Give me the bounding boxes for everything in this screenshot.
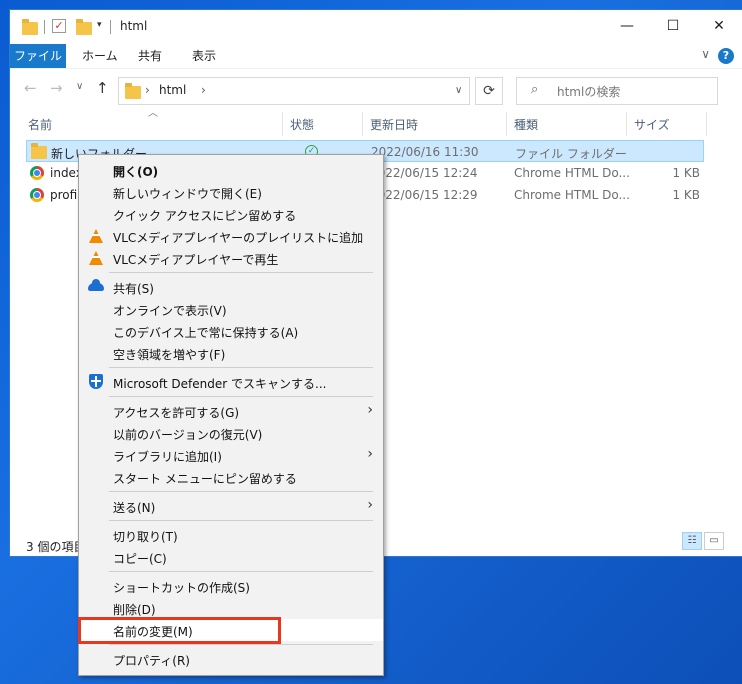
menu-divider [109, 272, 373, 273]
up-arrow-icon[interactable]: ↑ [96, 79, 109, 97]
chevron-down-icon[interactable]: ∨ [701, 47, 710, 61]
sort-ascending-icon: ︿ [148, 108, 158, 119]
search-icon: ⌕ [531, 82, 539, 97]
ribbon: ファイル ホーム 共有 表示 ∨ ? [10, 44, 742, 68]
menu-item-give-access[interactable]: アクセスを許可する(G) › [79, 400, 383, 422]
menu-item-share[interactable]: 共有(S) [79, 276, 383, 298]
file-date: 2022/06/15 12:24 [370, 166, 478, 180]
folder-icon [125, 83, 141, 99]
menu-divider [109, 571, 373, 572]
menu-item-vlc-play[interactable]: VLCメディアプレイヤーで再生 [79, 247, 383, 269]
menu-item-always-keep[interactable]: このデバイス上で常に保持する(A) [79, 320, 383, 342]
file-type: Chrome HTML Do... [514, 188, 630, 202]
file-date: 2022/06/16 11:30 [371, 145, 479, 159]
file-date: 2022/06/15 12:29 [370, 188, 478, 202]
menu-item-open-new-window[interactable]: 新しいウィンドウで開く(E) [79, 181, 383, 203]
details-view-icon[interactable]: ☷ [682, 532, 702, 550]
column-status[interactable]: 状態 [290, 116, 314, 133]
address-path[interactable]: html [159, 83, 186, 97]
column-divider[interactable] [362, 112, 363, 136]
address-bar[interactable]: › html › ∨ [118, 77, 470, 105]
chevron-right-icon: › [367, 402, 373, 418]
maximize-button[interactable]: ☐ [650, 10, 696, 42]
menu-item-add-to-library[interactable]: ライブラリに追加(I) › [79, 444, 383, 466]
help-icon[interactable]: ? [718, 48, 734, 64]
menu-item-create-shortcut[interactable]: ショートカットの作成(S) [79, 575, 383, 597]
tab-share[interactable]: 共有 [138, 46, 162, 66]
column-name[interactable]: 名前 [28, 116, 52, 133]
menu-item-view-online[interactable]: オンラインで表示(V) [79, 298, 383, 320]
menu-item-delete[interactable]: 削除(D) [79, 597, 383, 619]
tab-file[interactable]: ファイル [10, 44, 66, 68]
column-date[interactable]: 更新日時 [370, 116, 418, 133]
search-input[interactable]: htmlの検索 [557, 83, 620, 100]
divider [110, 20, 111, 34]
context-menu: 開く(O) 新しいウィンドウで開く(E) クイック アクセスにピン留めする VL… [78, 154, 384, 676]
file-type: ファイル フォルダー [515, 147, 627, 161]
tab-view[interactable]: 表示 [192, 46, 216, 66]
large-icons-view-icon[interactable]: ▭ [704, 532, 724, 550]
chevron-right-icon: › [367, 497, 373, 513]
chrome-icon [30, 188, 44, 202]
back-arrow-icon[interactable]: ← [24, 79, 37, 97]
chrome-icon [30, 166, 44, 180]
column-type[interactable]: 種類 [514, 116, 538, 133]
column-divider[interactable] [282, 112, 283, 136]
window-title: html [120, 19, 148, 33]
file-name[interactable]: profil [50, 188, 81, 202]
folder-icon [31, 143, 47, 159]
column-size[interactable]: サイズ [634, 116, 670, 133]
divider [44, 20, 45, 34]
menu-divider [109, 644, 373, 645]
chevron-right-icon: › [367, 446, 373, 462]
menu-item-free-space[interactable]: 空き領域を増やす(F) [79, 342, 383, 364]
menu-item-defender-scan[interactable]: Microsoft Defender でスキャンする... [79, 371, 383, 393]
customize-toolbar-icon[interactable]: ▾ [97, 20, 102, 38]
recent-chevron-icon[interactable]: ∨ [76, 81, 83, 92]
tab-home[interactable]: ホーム [82, 46, 118, 66]
new-folder-icon[interactable] [76, 19, 92, 35]
menu-item-open[interactable]: 開く(O) [79, 159, 383, 181]
vlc-icon [89, 229, 103, 243]
menu-item-send-to[interactable]: 送る(N) › [79, 495, 383, 517]
defender-shield-icon [89, 374, 103, 389]
menu-item-properties[interactable]: プロパティ(R) [79, 648, 383, 670]
chevron-right-icon[interactable]: › [201, 83, 206, 97]
file-size: 1 KB [672, 166, 700, 180]
vlc-icon [89, 251, 103, 265]
menu-item-pin-quick-access[interactable]: クイック アクセスにピン留めする [79, 203, 383, 225]
menu-divider [109, 491, 373, 492]
minimize-button[interactable]: — [604, 10, 650, 42]
menu-divider [109, 367, 373, 368]
menu-item-restore-versions[interactable]: 以前のバージョンの復元(V) [79, 422, 383, 444]
close-button[interactable]: ✕ [696, 10, 742, 42]
properties-check-icon[interactable]: ✓ [52, 19, 66, 33]
menu-item-copy[interactable]: コピー(C) [79, 546, 383, 568]
file-type: Chrome HTML Do... [514, 166, 630, 180]
menu-item-pin-start[interactable]: スタート メニューにピン留めする [79, 466, 383, 488]
navigation-bar: ← → ∨ ↑ › html › ∨ ⟳ ⌕ htmlの検索 [10, 68, 742, 109]
title-bar: ✓ ▾ html — ☐ ✕ [10, 10, 742, 44]
rename-highlight-box [78, 617, 281, 644]
menu-divider [109, 520, 373, 521]
menu-item-vlc-add-playlist[interactable]: VLCメディアプレイヤーのプレイリストに追加 [79, 225, 383, 247]
folder-icon [22, 19, 38, 35]
forward-arrow-icon[interactable]: → [50, 79, 63, 97]
file-size: 1 KB [672, 188, 700, 202]
menu-item-cut[interactable]: 切り取り(T) [79, 524, 383, 546]
menu-divider [109, 396, 373, 397]
address-history-chevron-icon[interactable]: ∨ [455, 85, 462, 96]
chevron-right-icon: › [145, 83, 150, 97]
search-box[interactable]: ⌕ htmlの検索 [516, 77, 718, 105]
column-header: ︿ 名前 状態 更新日時 種類 サイズ [10, 108, 742, 136]
column-divider[interactable] [626, 112, 627, 136]
refresh-button[interactable]: ⟳ [475, 77, 503, 105]
item-count: 3 個の項目 [26, 540, 86, 554]
onedrive-cloud-icon [88, 279, 104, 291]
column-divider[interactable] [506, 112, 507, 136]
column-divider[interactable] [706, 112, 707, 136]
